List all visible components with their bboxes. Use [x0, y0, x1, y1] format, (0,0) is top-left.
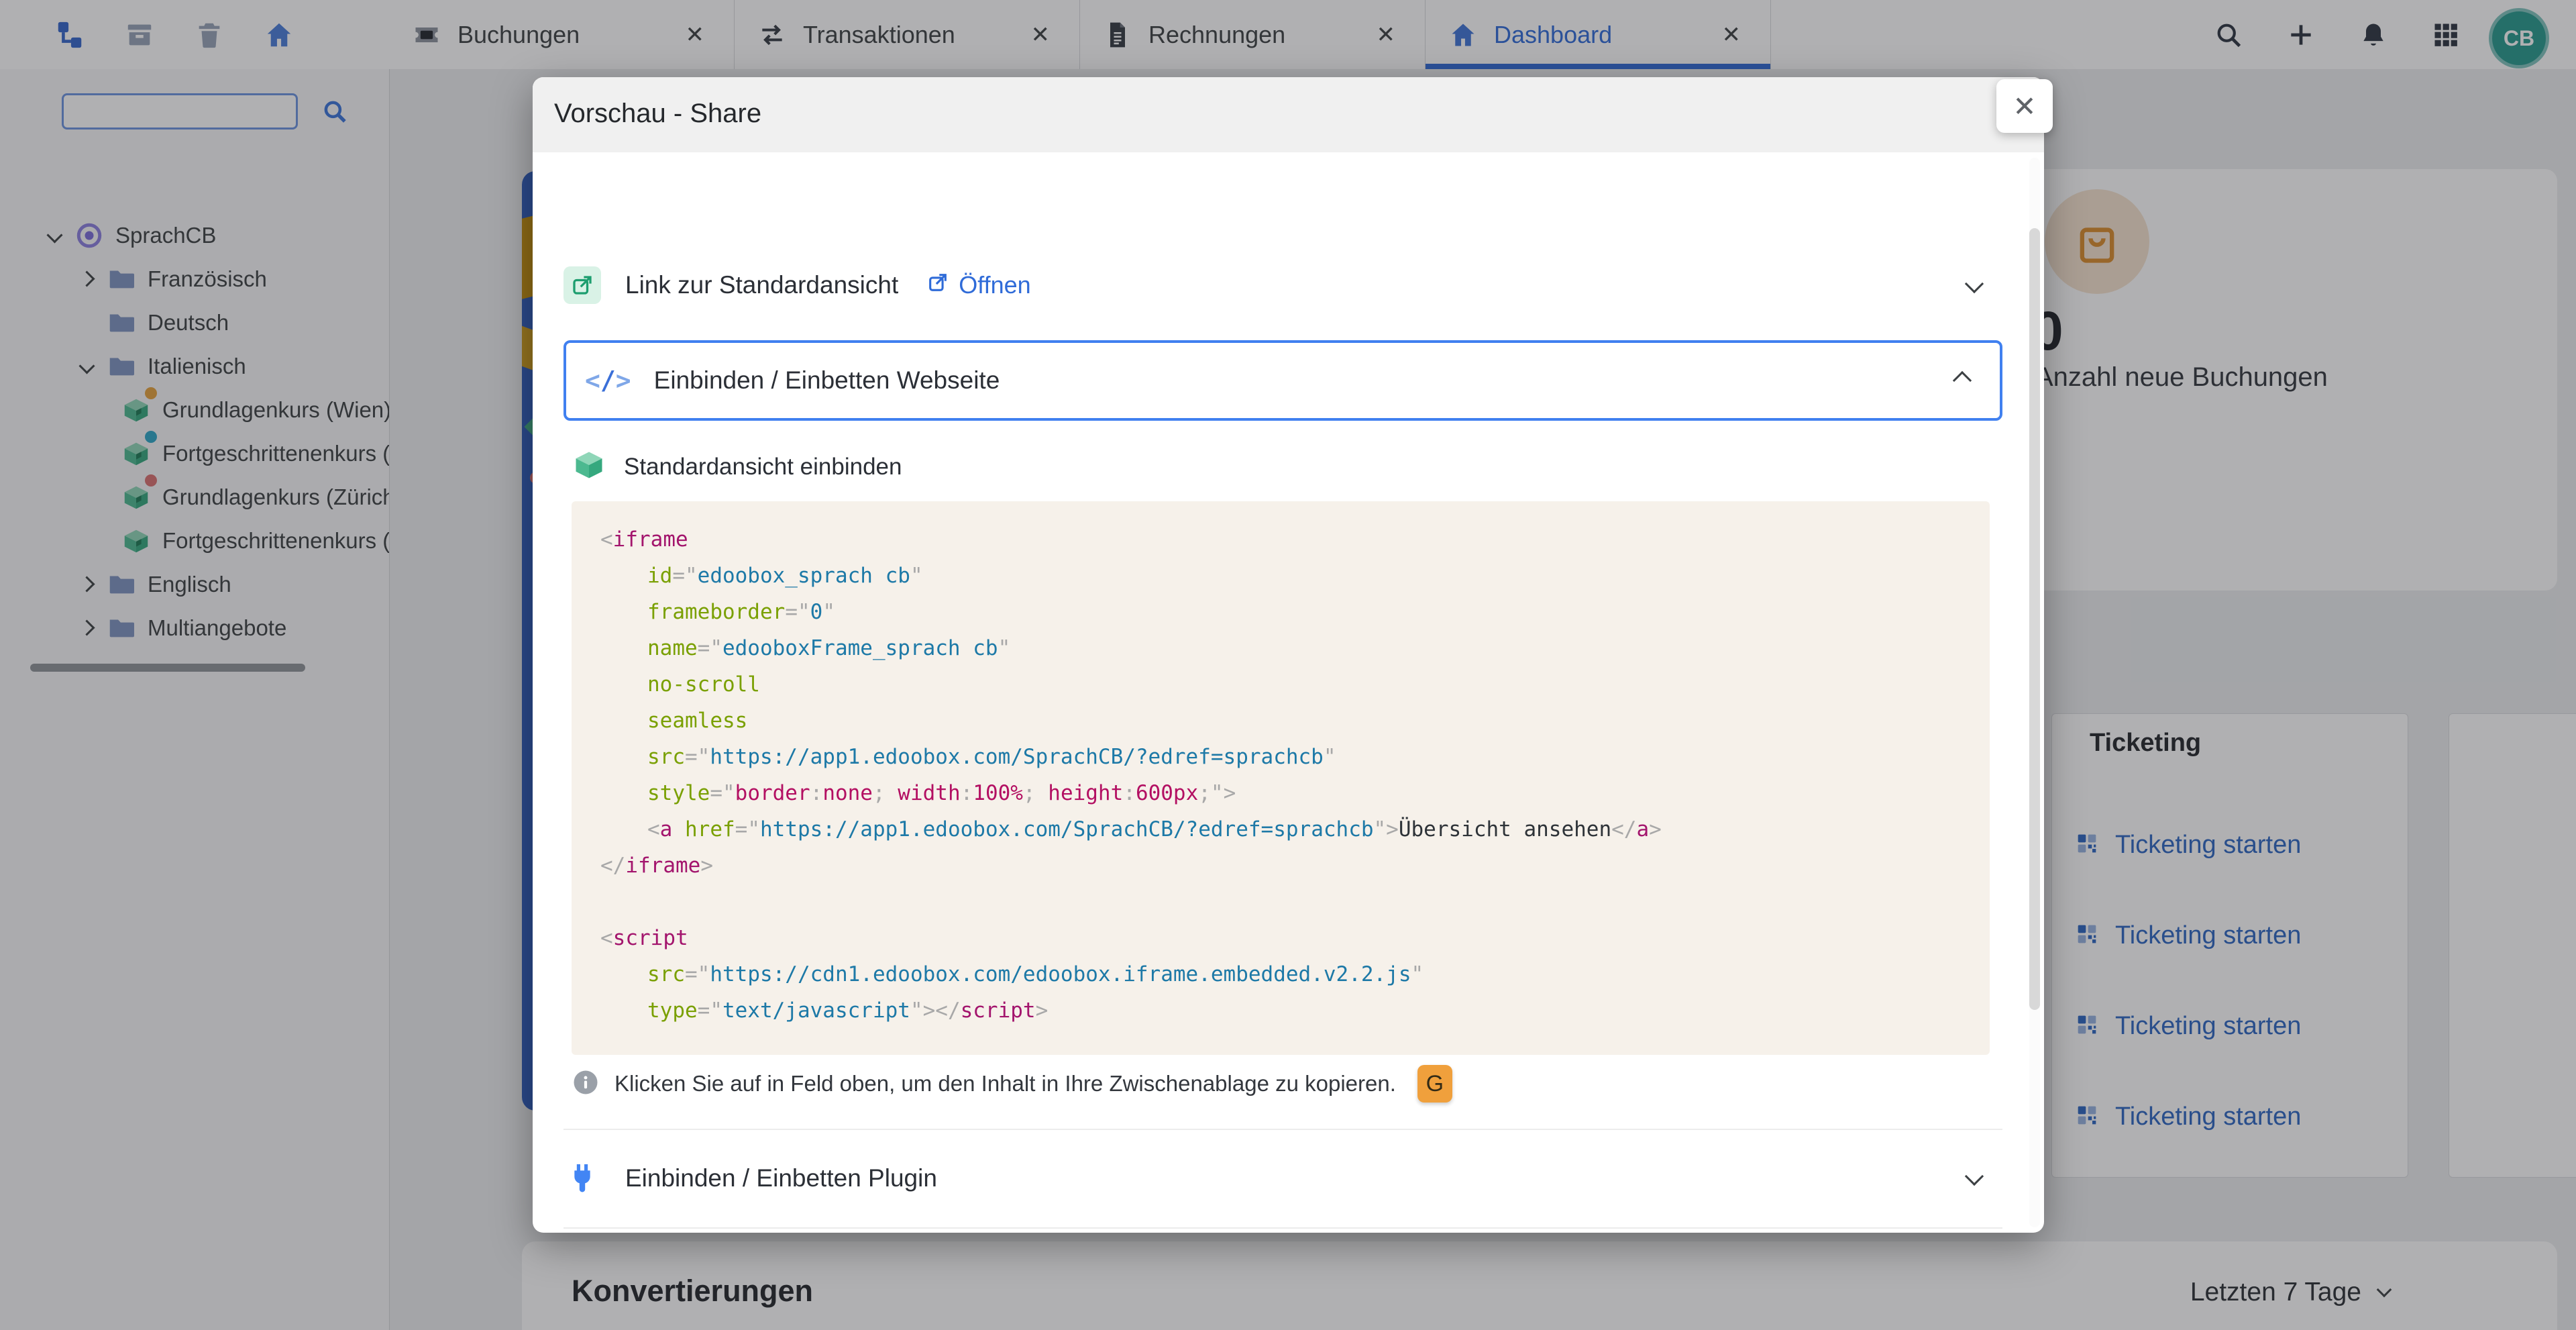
row-label: Einbinden / Einbetten Plugin: [625, 1164, 937, 1192]
chevron-down-icon: [1968, 1170, 1981, 1186]
section-label: Standardansicht einbinden: [624, 454, 902, 480]
code-line: src="https://app1.edoobox.com/SprachCB/?…: [600, 739, 1990, 775]
accordion-row-embed-webseite[interactable]: </> Einbinden / Einbetten Webseite: [564, 340, 2002, 421]
row-label: Einbinden / Einbetten Webseite: [654, 366, 1000, 395]
embed-code-block[interactable]: <iframeid="edoobox_sprach cb"frameborder…: [572, 501, 1990, 1055]
code-line: <iframe: [600, 521, 1990, 558]
open-link-label: Öffnen: [959, 271, 1030, 299]
code-line: [600, 884, 1990, 920]
code-line: src="https://cdn1.edoobox.com/edoobox.if…: [600, 956, 1990, 992]
modal-title: Vorschau - Share: [554, 99, 761, 129]
grammar-extension-badge[interactable]: G: [1417, 1065, 1452, 1103]
embed-section-heading: Standardansicht einbinden: [572, 448, 902, 486]
plug-icon: [564, 1160, 601, 1197]
code-line: name="edooboxFrame_sprach cb": [600, 630, 1990, 666]
modal-scrollbar[interactable]: [2029, 158, 2040, 1227]
code-line: </iframe>: [600, 848, 1990, 884]
copy-hint: Klicken Sie auf in Feld oben, um den Inh…: [572, 1062, 1452, 1105]
code-line: id="edoobox_sprach cb": [600, 558, 1990, 594]
modal-header: Vorschau - Share: [533, 77, 2044, 152]
code-line: <a href="https://app1.edoobox.com/Sprach…: [600, 811, 1990, 848]
code-line: seamless: [600, 703, 1990, 739]
accordion-row-standard-link[interactable]: Link zur Standardansicht Öffnen: [564, 230, 1997, 340]
chevron-up-icon: [1953, 371, 1972, 390]
copy-hint-text: Klicken Sie auf in Feld oben, um den Inh…: [614, 1071, 1396, 1096]
modal-close-button[interactable]: ✕: [1996, 79, 2053, 133]
share-modal: Vorschau - Share Link zur Standardansich…: [533, 77, 2044, 1233]
code-line: no-scroll: [600, 666, 1990, 703]
code-line: frameborder="0": [600, 594, 1990, 630]
code-icon: </>: [585, 366, 631, 395]
code-line: type="text/javascript"></script>: [600, 992, 1990, 1029]
accordion-row-embed-plugin[interactable]: Einbinden / Einbetten Plugin: [564, 1129, 1997, 1227]
code-line: <script: [600, 920, 1990, 956]
code-line: style="border:none; width:100%; height:6…: [600, 775, 1990, 811]
row-label: Link zur Standardansicht: [625, 271, 898, 299]
chevron-down-icon: [1968, 277, 1981, 294]
info-icon: [572, 1068, 600, 1100]
external-link-icon: [926, 271, 949, 300]
package-icon: [572, 448, 606, 486]
external-link-icon: [564, 266, 601, 304]
accordion-row-facebook[interactable]: Facebook Öffnen: [564, 1227, 1997, 1233]
open-standard-view-link[interactable]: Öffnen: [926, 271, 1030, 300]
app-window: Buchungen ✕ Transaktionen ✕ Rechnungen ✕…: [0, 0, 2576, 1330]
